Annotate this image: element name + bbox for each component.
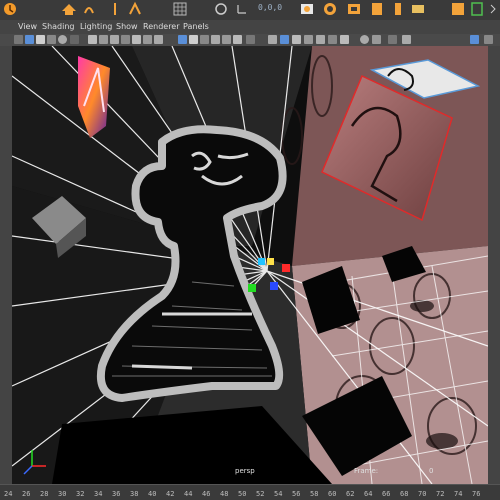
frame-number: 64 — [364, 490, 373, 498]
gamma-icon[interactable] — [360, 35, 369, 44]
frame-number: 40 — [148, 490, 157, 498]
frame-number: 44 — [184, 490, 193, 498]
wireframe-on-shaded-icon[interactable] — [200, 35, 209, 44]
two-d-pan-icon[interactable] — [58, 35, 67, 44]
xray-icon[interactable] — [316, 35, 325, 44]
screen-space-ao-icon[interactable] — [246, 35, 255, 44]
right-panel-strip — [488, 46, 500, 484]
frame-number: 66 — [382, 490, 391, 498]
frame-number: 48 — [220, 490, 229, 498]
use-all-lights-icon[interactable] — [222, 35, 231, 44]
bookmark-icon[interactable] — [36, 35, 45, 44]
wireframe-icon[interactable] — [178, 35, 187, 44]
menu-shading[interactable]: Shading — [42, 22, 75, 31]
menu-panels[interactable]: Panels — [183, 22, 209, 31]
frame-number: 34 — [94, 490, 103, 498]
isolate-select-icon[interactable] — [304, 35, 313, 44]
perspective-viewport[interactable]: persp Frame: 0 — [12, 46, 488, 484]
frame-number: 54 — [274, 490, 283, 498]
field-chart-icon[interactable] — [132, 35, 141, 44]
depth-of-field-icon[interactable] — [292, 35, 301, 44]
menu-renderer[interactable]: Renderer — [143, 22, 180, 31]
textured-icon[interactable] — [211, 35, 220, 44]
hypershade-icon[interactable] — [470, 1, 484, 17]
camera-name-label: persp — [235, 467, 255, 475]
frame-number: 74 — [454, 490, 463, 498]
render-settings-icon[interactable] — [346, 1, 362, 17]
frame-number: 52 — [256, 490, 265, 498]
camera-attributes-icon[interactable] — [25, 35, 34, 44]
timeline-icon[interactable] — [2, 1, 18, 17]
grid-toggle-icon[interactable] — [88, 35, 97, 44]
frame-number: 68 — [400, 490, 409, 498]
maya-window: 0,0,0 View Shading Lighting Show Rendere… — [0, 0, 500, 500]
curve-tool-icon[interactable] — [110, 1, 120, 17]
shelf-bar: 0,0,0 — [0, 0, 500, 21]
frame-number: 58 — [310, 490, 319, 498]
channel-box-icon[interactable] — [410, 1, 426, 17]
move-tool-icon[interactable] — [60, 1, 78, 17]
frame-number: 24 — [4, 490, 13, 498]
panel-menu-icon[interactable] — [470, 35, 479, 44]
safe-action-icon[interactable] — [143, 35, 152, 44]
gate-mask-icon[interactable] — [121, 35, 130, 44]
xray-joints-icon[interactable] — [328, 35, 337, 44]
xray-active-icon[interactable] — [340, 35, 349, 44]
menu-show[interactable]: Show — [116, 22, 138, 31]
view-transform-icon[interactable] — [402, 35, 411, 44]
film-gate-icon[interactable] — [99, 35, 108, 44]
render-icon[interactable] — [300, 1, 314, 17]
camera-icon[interactable] — [128, 1, 142, 17]
menu-lighting[interactable]: Lighting — [80, 22, 112, 31]
anti-aliasing-icon[interactable] — [280, 35, 289, 44]
frame-number: 26 — [22, 490, 31, 498]
resolution-gate-icon[interactable] — [110, 35, 119, 44]
frame-number: 56 — [292, 490, 301, 498]
frame-number: 36 — [112, 490, 121, 498]
viewport-canvas — [12, 46, 488, 484]
exposure-icon[interactable] — [372, 35, 381, 44]
axis-icon[interactable] — [236, 1, 248, 17]
menu-view[interactable]: View — [18, 22, 37, 31]
color-management-icon[interactable] — [388, 35, 397, 44]
coordinate-readout: 0,0,0 — [258, 3, 283, 12]
panel-menu-bar: View Shading Lighting Show Renderer Pane… — [0, 20, 500, 34]
panel-expand-icon[interactable] — [484, 35, 493, 44]
outliner-icon[interactable] — [370, 1, 384, 17]
attribute-editor-icon[interactable] — [392, 1, 404, 17]
magnet-snap-icon[interactable] — [214, 1, 228, 17]
image-plane-icon[interactable] — [47, 35, 56, 44]
motion-blur-icon[interactable] — [268, 35, 277, 44]
frame-number: 46 — [202, 490, 211, 498]
frame-number: 38 — [130, 490, 139, 498]
grid-snap-icon[interactable] — [172, 1, 188, 17]
time-slider[interactable]: 24 26 28 30 32 34 36 38 40 42 44 46 48 5… — [0, 484, 500, 500]
frame-number: 70 — [418, 490, 427, 498]
frame-number: 72 — [436, 490, 445, 498]
frame-label: Frame: — [354, 467, 379, 475]
layout-icon[interactable] — [450, 1, 466, 17]
shelf-scroll-icon[interactable] — [488, 1, 498, 17]
frame-number: 28 — [40, 490, 49, 498]
frame-value: 0 — [429, 467, 434, 475]
shadows-icon[interactable] — [233, 35, 242, 44]
frame-number: 50 — [238, 490, 247, 498]
rotate-tool-icon[interactable] — [82, 1, 96, 17]
grease-pencil-icon[interactable] — [70, 35, 79, 44]
frame-number: 30 — [58, 490, 67, 498]
frame-number: 32 — [76, 490, 85, 498]
frame-number: 62 — [346, 490, 355, 498]
frame-number: 42 — [166, 490, 175, 498]
select-camera-icon[interactable] — [14, 35, 23, 44]
left-panel-strip — [0, 46, 12, 484]
frame-number: 76 — [472, 490, 481, 498]
smooth-shade-icon[interactable] — [189, 35, 198, 44]
safe-title-icon[interactable] — [154, 35, 163, 44]
frame-number: 60 — [328, 490, 337, 498]
ipr-icon[interactable] — [322, 1, 338, 17]
